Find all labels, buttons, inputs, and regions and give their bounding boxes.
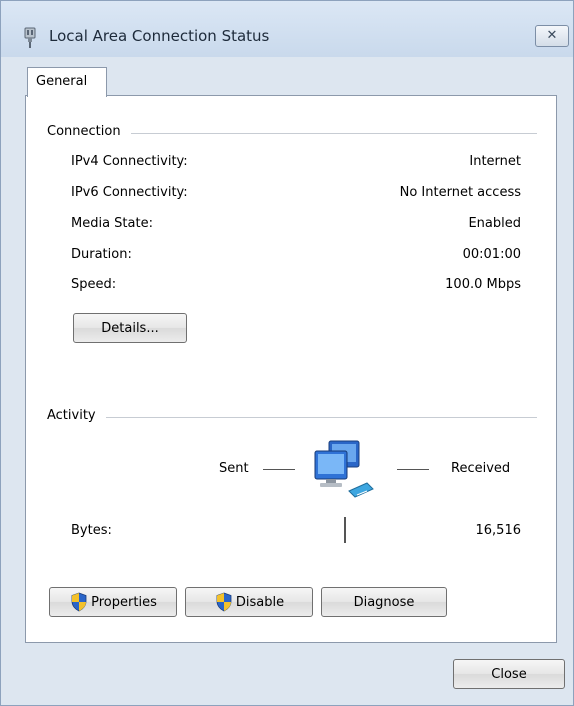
bytes-divider xyxy=(344,517,346,543)
duration-label: Duration: xyxy=(71,247,132,262)
bytes-received-value: 16,516 xyxy=(475,523,522,538)
media-state-value: Enabled xyxy=(468,216,521,231)
speed-value: 100.0 Mbps xyxy=(445,277,521,292)
received-line xyxy=(397,469,429,470)
bytes-label: Bytes: xyxy=(71,523,112,538)
status-dialog: Local Area Connection Status ✕ General C… xyxy=(0,0,574,706)
media-state-label: Media State: xyxy=(71,216,153,231)
sent-line xyxy=(263,469,295,470)
activity-group-label: Activity xyxy=(47,408,106,423)
properties-button[interactable]: Properties xyxy=(49,587,177,617)
ipv6-value: No Internet access xyxy=(399,185,521,200)
properties-button-label: Properties xyxy=(91,594,157,610)
received-label: Received xyxy=(451,461,511,476)
connection-group-label: Connection xyxy=(47,124,131,139)
uac-shield-icon xyxy=(71,592,87,612)
duration-value: 00:01:00 xyxy=(462,247,521,262)
title-close-button[interactable]: ✕ xyxy=(535,25,569,47)
diagnose-button[interactable]: Diagnose xyxy=(321,587,447,617)
details-button[interactable]: Details... xyxy=(73,313,187,343)
uac-shield-icon xyxy=(216,592,232,612)
title-bar[interactable]: Local Area Connection Status ✕ xyxy=(1,1,573,57)
tab-panel-general xyxy=(25,95,557,643)
tab-general[interactable]: General xyxy=(27,67,107,97)
disable-button-label: Disable xyxy=(235,594,285,610)
activity-group-line xyxy=(47,417,537,418)
ipv4-label: IPv4 Connectivity: xyxy=(71,154,188,169)
disable-button[interactable]: Disable xyxy=(185,587,313,617)
ipv6-label: IPv6 Connectivity: xyxy=(71,185,188,200)
sent-label: Sent xyxy=(219,461,249,476)
close-button[interactable]: Close xyxy=(453,659,565,689)
network-computers-icon xyxy=(314,440,374,498)
network-adapter-icon xyxy=(24,27,36,48)
ipv4-value: Internet xyxy=(469,154,521,169)
window-title: Local Area Connection Status xyxy=(49,27,270,45)
speed-label: Speed: xyxy=(71,277,117,292)
